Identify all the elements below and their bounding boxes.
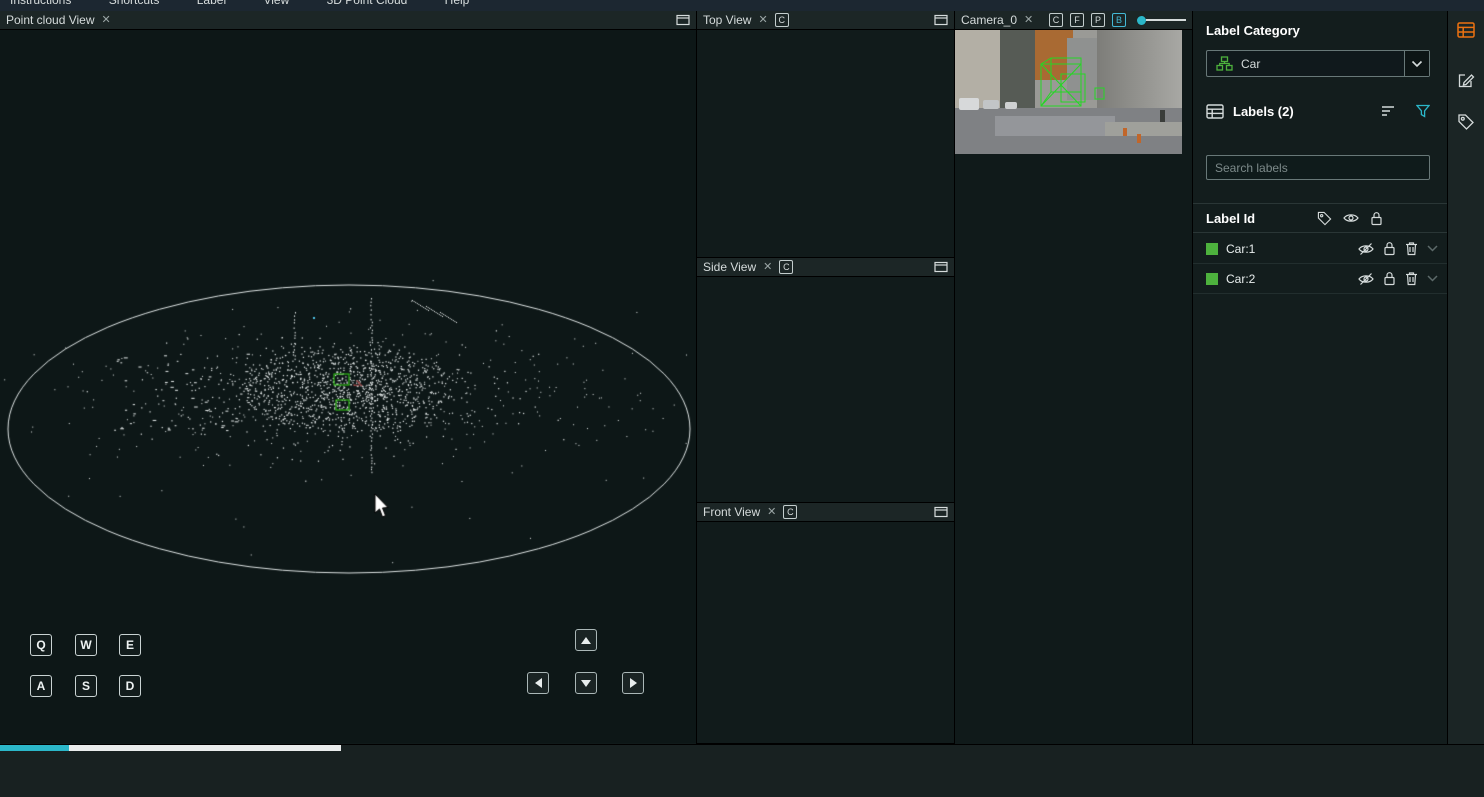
chevron-down-icon[interactable] <box>1404 51 1429 76</box>
slider-handle[interactable] <box>1137 16 1146 25</box>
lock-icon[interactable] <box>1370 211 1383 226</box>
category-icon <box>1216 56 1233 71</box>
camera-mode-c-button[interactable]: C <box>1049 13 1063 27</box>
pan-down-button[interactable] <box>575 672 597 694</box>
close-icon[interactable]: ✕ <box>758 15 767 26</box>
arrow-up-icon <box>581 637 591 644</box>
close-icon[interactable]: ✕ <box>102 15 111 26</box>
label-color-swatch <box>1206 273 1218 285</box>
label-sidebar: Label Category Car Labels (2) Lab <box>1193 11 1448 744</box>
label-color-swatch <box>1206 243 1218 255</box>
menu-help[interactable]: Help <box>445 0 470 7</box>
camera-panel: Camera_0 ✕ C F P B <box>955 11 1193 744</box>
pointcloud-viewport: Q W E A S D <box>0 30 696 743</box>
chevron-down-icon[interactable] <box>1427 245 1438 252</box>
lock-icon[interactable] <box>1383 271 1396 286</box>
popout-window-icon[interactable] <box>934 506 948 518</box>
pan-left-button[interactable] <box>527 672 549 694</box>
labels-section-header: Labels (2) <box>1206 99 1434 123</box>
label-id-text: Car:1 <box>1226 242 1255 256</box>
top-view-header: Top View ✕ C <box>697 11 954 30</box>
camera-image[interactable] <box>955 30 1182 154</box>
label-category-select[interactable]: Car <box>1206 50 1430 77</box>
eye-icon[interactable] <box>1343 212 1359 224</box>
labels-table-icon <box>1206 104 1224 119</box>
label-category-title: Label Category <box>1206 23 1300 38</box>
popout-window-icon[interactable] <box>934 14 948 26</box>
sort-icon[interactable] <box>1381 105 1397 117</box>
label-id-header-row: Label Id <box>1193 203 1447 233</box>
front-view-panel: Front View ✕ C <box>697 503 954 744</box>
right-tool-strip <box>1448 11 1484 744</box>
key-hint-e[interactable]: E <box>119 634 141 656</box>
camera-panel-title: Camera_0 <box>961 13 1017 27</box>
top-view-title: Top View <box>703 13 751 27</box>
camera-toggle-button[interactable]: C <box>775 13 789 27</box>
camera-toggle-button[interactable]: C <box>779 260 793 274</box>
tag-tool-icon[interactable] <box>1457 113 1475 131</box>
arrow-left-icon <box>535 678 542 688</box>
close-icon[interactable]: ✕ <box>1024 15 1033 26</box>
camera-mode-f-button[interactable]: F <box>1070 13 1084 27</box>
camera-panel-header: Camera_0 ✕ C F P B <box>955 11 1192 30</box>
menu-3d-point-cloud[interactable]: 3D Point Cloud <box>327 0 408 7</box>
projection-views-column: Top View ✕ C Side View ✕ C <box>697 11 955 744</box>
close-icon[interactable]: ✕ <box>767 507 776 518</box>
top-menubar: Instructions Shortcuts Label View 3D Poi… <box>0 0 1484 11</box>
search-labels-input[interactable] <box>1206 155 1430 180</box>
camera-overlay-slider[interactable] <box>1137 16 1186 25</box>
eye-off-icon[interactable] <box>1358 242 1374 256</box>
key-hint-q[interactable]: Q <box>30 634 52 656</box>
arrow-down-icon <box>581 680 591 687</box>
camera-mode-b-button[interactable]: B <box>1112 13 1126 27</box>
key-hint-w[interactable]: W <box>75 634 97 656</box>
arrow-right-icon <box>630 678 637 688</box>
menubar-items: Instructions Shortcuts Label View 3D Poi… <box>0 0 1484 7</box>
close-icon[interactable]: ✕ <box>763 262 772 273</box>
label-id-header: Label Id <box>1206 211 1255 226</box>
labels-count-title: Labels (2) <box>1233 104 1294 119</box>
footer-bar: /10 <box>0 744 1484 797</box>
menu-instructions[interactable]: Instructions <box>10 0 71 7</box>
key-hint-d[interactable]: D <box>119 675 141 697</box>
key-hint-s[interactable]: S <box>75 675 97 697</box>
labels-panel-tool-icon[interactable] <box>1457 21 1475 39</box>
camera-annotation-boxes <box>955 30 1182 154</box>
app-root: Instructions Shortcuts Label View 3D Poi… <box>0 0 1484 797</box>
trash-icon[interactable] <box>1405 271 1418 286</box>
label-id-text: Car:2 <box>1226 272 1255 286</box>
side-view-panel: Side View ✕ C <box>697 258 954 503</box>
menu-view[interactable]: View <box>263 0 289 7</box>
top-view-panel: Top View ✕ C <box>697 11 954 258</box>
front-view-title: Front View <box>703 505 760 519</box>
key-hint-a[interactable]: A <box>30 675 52 697</box>
category-selected-value: Car <box>1241 57 1260 71</box>
camera-mode-p-button[interactable]: P <box>1091 13 1105 27</box>
menu-shortcuts[interactable]: Shortcuts <box>109 0 160 7</box>
frame-progress-fill <box>0 745 69 751</box>
tag-icon[interactable] <box>1317 211 1332 226</box>
chevron-down-icon[interactable] <box>1427 275 1438 282</box>
pan-right-button[interactable] <box>622 672 644 694</box>
frame-progress-track[interactable] <box>0 745 341 751</box>
pointcloud-panel: Point cloud View ✕ Q W E A S D <box>0 11 697 744</box>
label-row[interactable]: Car:2 <box>1193 264 1447 294</box>
popout-window-icon[interactable] <box>934 261 948 273</box>
front-view-header: Front View ✕ C <box>697 503 954 522</box>
side-view-header: Side View ✕ C <box>697 258 954 277</box>
pointcloud-panel-title: Point cloud View <box>6 13 95 27</box>
popout-window-icon[interactable] <box>676 14 690 26</box>
camera-toggle-button[interactable]: C <box>783 505 797 519</box>
label-row[interactable]: Car:1 <box>1193 234 1447 264</box>
eye-off-icon[interactable] <box>1358 272 1374 286</box>
menu-label[interactable]: Label <box>197 0 226 7</box>
side-view-title: Side View <box>703 260 756 274</box>
edit-annotation-tool-icon[interactable] <box>1457 71 1475 89</box>
lock-icon[interactable] <box>1383 241 1396 256</box>
filter-icon[interactable] <box>1416 104 1430 118</box>
slider-track <box>1146 19 1186 21</box>
trash-icon[interactable] <box>1405 241 1418 256</box>
pointcloud-panel-header: Point cloud View ✕ <box>0 11 696 30</box>
pan-up-button[interactable] <box>575 629 597 651</box>
